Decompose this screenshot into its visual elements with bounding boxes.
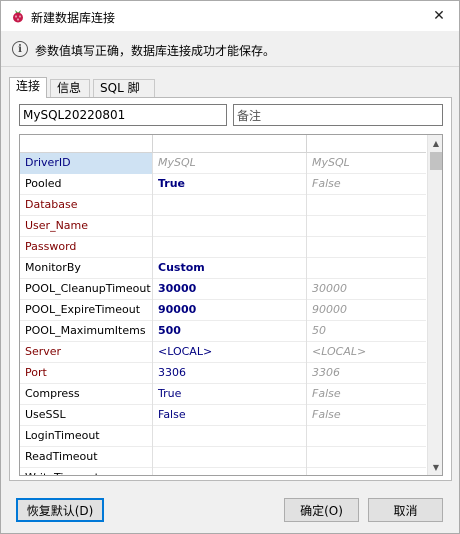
param-value-cell[interactable]: [153, 468, 307, 475]
header-value-column[interactable]: [153, 135, 307, 153]
dialog-window: 新建数据库连接 ✕ i 参数值填写正确，数据库连接成功才能保存。 连接 信息 S…: [0, 0, 460, 534]
cancel-label: 取消: [393, 503, 418, 518]
param-name-cell[interactable]: Port: [20, 363, 153, 384]
tab-connection[interactable]: 连接: [9, 77, 47, 98]
param-value-cell[interactable]: [153, 195, 307, 216]
grid-row-pool-cleanuptimeout[interactable]: POOL_CleanupTimeout 30000 30000: [20, 279, 426, 300]
param-name-cell[interactable]: DriverID: [20, 153, 153, 174]
connection-name-input[interactable]: [19, 104, 227, 126]
param-value-cell[interactable]: 30000: [153, 279, 307, 300]
grid-row-usessl[interactable]: UseSSL False False: [20, 405, 426, 426]
connection-panel: DriverIDMySQLMySQLPooledTrueFalseDatabas…: [9, 97, 452, 481]
param-value-cell[interactable]: 500: [153, 321, 307, 342]
grid-row-pooled[interactable]: Pooled True False: [20, 174, 426, 195]
param-name-cell[interactable]: Compress: [20, 384, 153, 405]
param-name-cell[interactable]: WriteTimeout: [20, 468, 153, 475]
param-value-cell[interactable]: 3306: [153, 363, 307, 384]
param-default-cell: [307, 468, 426, 475]
param-default-cell: [307, 447, 426, 468]
param-value-cell[interactable]: MySQL: [153, 153, 307, 174]
grid-row-user-name[interactable]: User_Name: [20, 216, 426, 237]
raspberry-app-icon: [13, 10, 23, 23]
param-default-cell: MySQL: [312, 156, 350, 169]
grid-header: [20, 135, 426, 153]
grid-row-database[interactable]: Database: [20, 195, 426, 216]
param-default-cell: 30000: [312, 282, 347, 295]
param-value-cell[interactable]: True: [153, 174, 307, 195]
param-name-cell[interactable]: User_Name: [20, 216, 153, 237]
param-name-cell[interactable]: Server: [20, 342, 153, 363]
param-default-cell: False: [312, 177, 341, 190]
param-name-cell[interactable]: POOL_MaximumItems: [20, 321, 153, 342]
chevron-down-icon: ▼: [432, 462, 440, 472]
header-default-column[interactable]: [307, 135, 426, 153]
close-icon: ✕: [433, 8, 445, 24]
param-name-cell[interactable]: Database: [20, 195, 153, 216]
grid-row-logintimeout[interactable]: LoginTimeout: [20, 426, 426, 447]
ok-label: 确定(O): [300, 503, 343, 518]
cancel-button[interactable]: 取消: [368, 498, 443, 522]
param-value-cell[interactable]: [153, 216, 307, 237]
param-name-cell[interactable]: POOL_ExpireTimeout: [20, 300, 153, 321]
grid-row-driverid[interactable]: DriverID MySQL MySQL: [20, 153, 426, 174]
tab-label: 信息: [57, 81, 82, 95]
grid-row-writetimeout[interactable]: WriteTimeout: [20, 468, 426, 475]
param-name-cell[interactable]: Password: [20, 237, 153, 258]
tab-info[interactable]: 信息: [50, 79, 90, 97]
scroll-up-button[interactable]: ▲: [428, 135, 442, 151]
tab-label: 连接: [16, 79, 41, 93]
param-default-cell: [307, 426, 426, 447]
grid-row-monitorby[interactable]: MonitorBy Custom: [20, 258, 426, 279]
param-name-cell[interactable]: MonitorBy: [20, 258, 153, 279]
param-name-cell[interactable]: Pooled: [20, 174, 153, 195]
param-value-cell[interactable]: <LOCAL>: [153, 342, 307, 363]
window-title: 新建数据库连接: [31, 11, 116, 25]
grid-row-pool-expiretimeout[interactable]: POOL_ExpireTimeout 90000 90000: [20, 300, 426, 321]
info-bar: i 参数值填写正确，数据库连接成功才能保存。: [1, 31, 459, 67]
title-bar: 新建数据库连接 ✕: [1, 1, 459, 31]
info-message: 参数值填写正确，数据库连接成功才能保存。: [35, 44, 276, 58]
param-default-cell: 3306: [312, 366, 340, 379]
reset-defaults-button[interactable]: 恢复默认(D): [16, 498, 104, 522]
connection-remark-input[interactable]: [233, 104, 443, 126]
param-value-cell[interactable]: 90000: [153, 300, 307, 321]
vertical-scrollbar[interactable]: ▲ ▼: [427, 135, 442, 475]
param-name-cell[interactable]: ReadTimeout: [20, 447, 153, 468]
param-value-cell[interactable]: False: [153, 405, 307, 426]
param-value-cell[interactable]: Custom: [153, 258, 307, 279]
reset-defaults-label: 恢复默认(D): [26, 503, 94, 518]
param-name-cell[interactable]: POOL_CleanupTimeout: [20, 279, 153, 300]
tab-sql-script[interactable]: SQL 脚本: [93, 79, 155, 112]
param-default-cell: [307, 216, 426, 237]
param-default-cell: [307, 258, 426, 279]
chevron-up-icon: ▲: [432, 138, 440, 148]
parameter-grid: DriverID MySQL MySQL Pooled True False Databas…: [19, 134, 443, 476]
close-button[interactable]: ✕: [419, 1, 459, 31]
scroll-down-button[interactable]: ▼: [428, 459, 442, 475]
param-name-cell[interactable]: LoginTimeout: [20, 426, 153, 447]
param-value-cell[interactable]: [153, 237, 307, 258]
param-value-cell[interactable]: [153, 426, 307, 447]
info-icon: i: [12, 41, 28, 57]
header-name-column[interactable]: [20, 135, 153, 153]
grid-row-port[interactable]: Port 3306 3306: [20, 363, 426, 384]
grid-row-readtimeout[interactable]: ReadTimeout: [20, 447, 426, 468]
grid-row-server[interactable]: Server <LOCAL> <LOCAL>: [20, 342, 426, 363]
param-default-cell: False: [312, 387, 341, 400]
param-default-cell: [307, 195, 426, 216]
param-default-cell: 90000: [312, 303, 347, 316]
param-default-cell: [307, 237, 426, 258]
param-default-cell: 50: [312, 324, 326, 337]
param-name-cell[interactable]: UseSSL: [20, 405, 153, 426]
scroll-thumb[interactable]: [430, 152, 442, 170]
grid-row-compress[interactable]: Compress True False: [20, 384, 426, 405]
grid-row-password[interactable]: Password: [20, 237, 426, 258]
param-value-cell[interactable]: True: [153, 384, 307, 405]
param-default-cell: False: [312, 408, 341, 421]
ok-button[interactable]: 确定(O): [284, 498, 359, 522]
param-value-cell[interactable]: [153, 447, 307, 468]
grid-row-pool-maximumitems[interactable]: POOL_MaximumItems 500 50: [20, 321, 426, 342]
param-default-cell: <LOCAL>: [312, 345, 367, 358]
